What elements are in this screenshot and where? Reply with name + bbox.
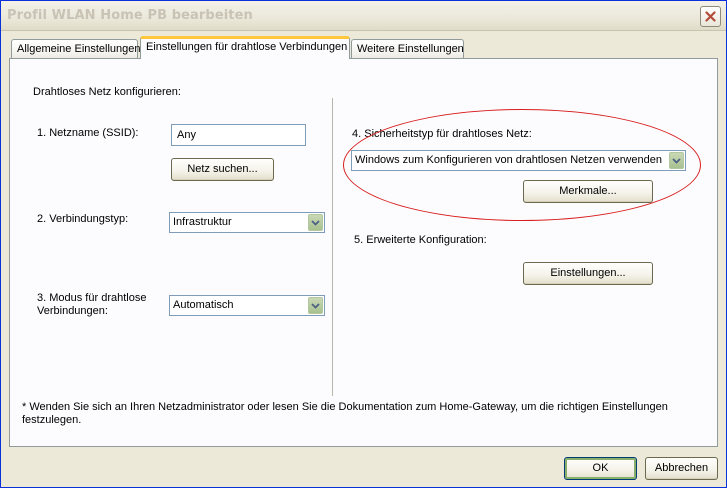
properties-button[interactable]: Merkmale... [523,180,653,203]
advanced-settings-button[interactable]: Einstellungen... [523,262,653,285]
column-divider [332,98,333,396]
ssid-value: Any [177,129,196,141]
close-button[interactable] [700,6,721,27]
footnote-line2: festzulegen. [22,414,82,426]
cancel-label: Abbrechen [654,462,709,474]
connection-type-select[interactable]: Infrastruktur [169,212,325,233]
security-type-select[interactable]: Windows zum Konfigurieren von drahtlosen… [351,150,686,171]
dropdown-button[interactable] [308,297,323,314]
mode-value: Automatisch [173,299,234,311]
tab-label: Allgemeine Einstellungen [17,43,141,55]
section-heading: Drahtloses Netz konfigurieren: [33,86,181,98]
advanced-config-label: 5. Erweiterte Konfiguration: [354,234,487,246]
tab-wireless-settings[interactable]: Einstellungen für drahtlose Verbindungen [140,36,350,59]
close-icon [705,11,716,22]
advanced-settings-label: Einstellungen... [550,267,626,279]
dialog-window: Profil WLAN Home PB bearbeiten Allgemein… [0,0,727,488]
window-title: Profil WLAN Home PB bearbeiten [7,8,253,23]
mode-label-line1: 3. Modus für drahtlose [37,292,147,304]
search-network-button[interactable]: Netz suchen... [171,158,274,181]
connection-type-label: 2. Verbindungstyp: [37,213,129,225]
dropdown-button[interactable] [308,214,323,231]
security-type-value: Windows zum Konfigurieren von drahtlosen… [355,154,662,166]
chevron-down-icon [311,219,320,226]
ssid-label: 1. Netzname (SSID): [37,127,139,139]
properties-label: Merkmale... [559,185,617,197]
ok-label: OK [592,462,609,474]
dropdown-button[interactable] [669,152,684,169]
tab-label: Weitere Einstellungen [357,43,464,55]
footnote-line1: * Wenden Sie sich an Ihren Netzadministr… [22,401,668,413]
title-bar[interactable]: Profil WLAN Home PB bearbeiten [1,1,726,31]
ssid-input[interactable]: Any [171,124,306,146]
tab-further-settings[interactable]: Weitere Einstellungen [351,39,464,59]
chevron-down-icon [672,157,681,164]
chevron-down-icon [311,302,320,309]
tab-general-settings[interactable]: Allgemeine Einstellungen [11,39,141,59]
ok-button[interactable]: OK [564,457,637,480]
tab-panel [9,58,718,447]
cancel-button[interactable]: Abbrechen [645,457,718,480]
tab-label: Einstellungen für drahtlose Verbindungen [146,41,348,53]
mode-label-line2: Verbindungen: [37,305,108,317]
security-type-label: 4. Sicherheitstyp für drahtloses Netz: [352,128,532,140]
connection-type-value: Infrastruktur [173,216,232,228]
search-network-label: Netz suchen... [187,163,258,175]
mode-select[interactable]: Automatisch [169,295,325,316]
